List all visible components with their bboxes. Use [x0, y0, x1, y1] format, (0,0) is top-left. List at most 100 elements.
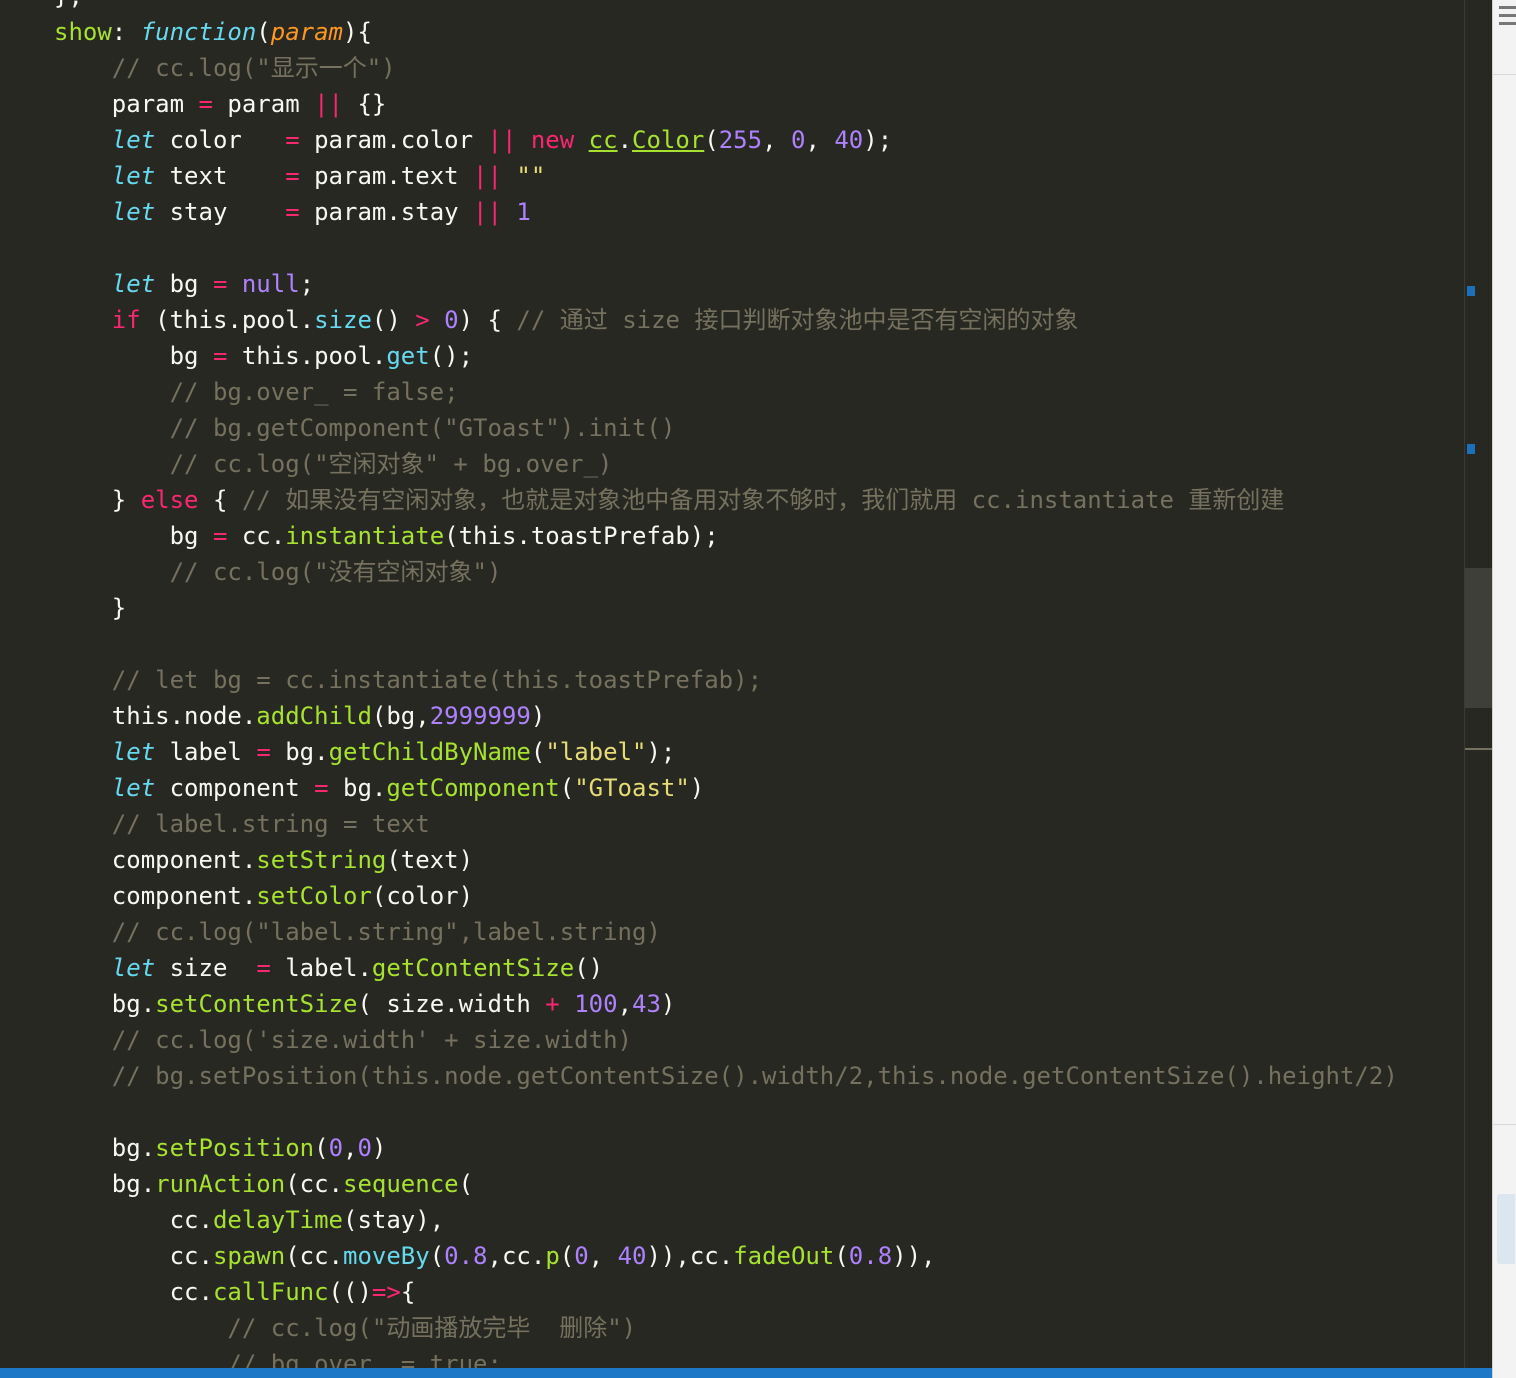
- code-token: ((): [328, 1278, 372, 1306]
- code-line[interactable]: // let bg = cc.instantiate(this.toastPre…: [54, 662, 762, 698]
- code-line[interactable]: let stay = param.stay || 1: [54, 194, 531, 230]
- code-token: // label.string = text: [54, 810, 430, 838]
- code-token: // bg.over_ = true;: [54, 1350, 502, 1368]
- code-token: text: [155, 162, 286, 190]
- code-token: =: [212, 270, 228, 298]
- code-line[interactable]: if (this.pool.size() > 0) { // 通过 size 接…: [54, 302, 1079, 338]
- code-token: // cc.log('size.width' + size.width): [54, 1026, 632, 1054]
- code-line[interactable]: // bg.over_ = true;: [54, 1346, 502, 1368]
- code-token: ||: [473, 162, 502, 190]
- code-token: ,: [343, 1134, 358, 1162]
- code-token: "": [516, 162, 546, 190]
- code-token: callFunc: [212, 1278, 329, 1306]
- code-line[interactable]: cc.spawn(cc.moveBy(0.8,cc.p(0, 40)),cc.f…: [54, 1238, 936, 1274]
- code-line[interactable]: cc.callFunc(()=>{: [54, 1274, 416, 1310]
- side-panel-divider: [1493, 1124, 1516, 1125]
- code-token: setString: [256, 846, 387, 874]
- code-token: show: [54, 18, 112, 46]
- code-token: // bg.setPosition(this.node.getContentSi…: [54, 1062, 1398, 1090]
- code-line[interactable]: bg.setContentSize( size.width + 100,43): [54, 986, 676, 1022]
- code-line[interactable]: // cc.log('size.width' + size.width): [54, 1022, 632, 1058]
- code-token: 40: [834, 126, 864, 154]
- code-token: (: [559, 1242, 575, 1270]
- scrollbar-marker: [1467, 444, 1475, 454]
- code-token: ): [689, 774, 705, 802]
- code-line[interactable]: bg.setPosition(0,0): [54, 1130, 387, 1166]
- code-token: bg.: [54, 1170, 156, 1198]
- code-token: cc.: [54, 1242, 213, 1270]
- code-line[interactable]: };: [54, 0, 83, 14]
- code-token: =: [212, 522, 228, 550]
- code-line[interactable]: cc.delayTime(stay),: [54, 1202, 445, 1238]
- scrollbar-thumb[interactable]: [1465, 568, 1493, 708]
- code-token: instantiate: [285, 522, 445, 550]
- code-line[interactable]: // cc.log("label.string",label.string): [54, 914, 661, 950]
- code-token: param: [212, 90, 315, 118]
- code-token: =: [256, 738, 271, 766]
- code-line[interactable]: show: function(param){: [54, 14, 372, 50]
- code-line[interactable]: // label.string = text: [54, 806, 430, 842]
- code-line[interactable]: }: [54, 590, 126, 626]
- code-token: =: [285, 198, 300, 226]
- code-token: color: [155, 126, 286, 154]
- code-token: };: [54, 0, 83, 10]
- code-line[interactable]: // cc.log("空闲对象" + bg.over_): [54, 446, 613, 482]
- code-line[interactable]: bg = cc.instantiate(this.toastPrefab);: [54, 518, 719, 554]
- code-line[interactable]: param = param || {}: [54, 86, 387, 122]
- code-line[interactable]: component.setColor(color): [54, 878, 473, 914]
- code-token: );: [646, 738, 676, 766]
- code-line[interactable]: // cc.log("显示一个"): [54, 50, 396, 86]
- code-line[interactable]: this.node.addChild(bg,2999999): [54, 698, 546, 734]
- code-token: param.color: [299, 126, 488, 154]
- code-line[interactable]: // cc.log("没有空闲对象"): [54, 554, 502, 590]
- code-line[interactable]: // cc.log("动画播放完毕 删除"): [54, 1310, 636, 1346]
- code-line[interactable]: let label = bg.getChildByName("label");: [54, 734, 676, 770]
- code-token: 255: [718, 126, 763, 154]
- code-line[interactable]: let size = label.getContentSize(): [54, 950, 603, 986]
- code-line[interactable]: let bg = null;: [54, 266, 314, 302]
- code-token: (color): [371, 882, 474, 910]
- code-token: bg: [54, 342, 213, 370]
- code-token: moveBy: [343, 1242, 430, 1270]
- code-token: else: [140, 486, 199, 514]
- code-token: bg.: [54, 1134, 156, 1162]
- code-line[interactable]: let color = param.color || new cc.Color(…: [54, 122, 892, 158]
- code-token: delayTime: [212, 1206, 343, 1234]
- code-token: )),: [892, 1242, 936, 1270]
- code-token: ,: [762, 126, 791, 154]
- code-line[interactable]: bg = this.pool.get();: [54, 338, 473, 374]
- code-token: getChildByName: [328, 738, 531, 766]
- code-line[interactable]: // bg.over_ = false;: [54, 374, 459, 410]
- code-token: (: [704, 126, 719, 154]
- code-line[interactable]: bg.runAction(cc.sequence(: [54, 1166, 473, 1202]
- code-token: getComponent: [386, 774, 560, 802]
- code-token: 0: [444, 306, 459, 334]
- code-token: component: [155, 774, 315, 802]
- code-line[interactable]: // bg.getComponent("GToast").init(): [54, 410, 676, 446]
- code-token: (: [559, 774, 575, 802]
- vertical-scrollbar[interactable]: [1464, 0, 1493, 1368]
- code-token: function: [140, 18, 257, 46]
- code-token: }: [54, 594, 127, 622]
- code-token: label: [155, 738, 257, 766]
- side-panel-divider: [1493, 74, 1516, 75]
- hamburger-menu-icon[interactable]: [1499, 6, 1516, 26]
- code-line[interactable]: let text = param.text || "": [54, 158, 546, 194]
- code-token: "label": [545, 738, 647, 766]
- code-line[interactable]: let component = bg.getComponent("GToast"…: [54, 770, 704, 806]
- code-editor[interactable]: }; show: function(param){ // cc.log("显示一个…: [0, 0, 1464, 1368]
- code-token: ,: [617, 990, 633, 1018]
- code-token: bg.: [54, 990, 156, 1018]
- code-token: bg: [155, 270, 213, 298]
- code-token: ): [371, 1134, 387, 1162]
- code-line[interactable]: component.setString(text): [54, 842, 473, 878]
- code-token: =>: [371, 1278, 401, 1306]
- code-token: ||: [487, 126, 517, 154]
- code-token: fadeOut: [733, 1242, 835, 1270]
- code-token: (cc.: [285, 1242, 343, 1270]
- code-token: (this.pool.: [140, 306, 315, 334]
- code-line[interactable]: } else { // 如果没有空闲对象，也就是对象池中备用对象不够时，我们就用…: [54, 482, 1285, 518]
- side-panel-tab[interactable]: [1497, 1194, 1515, 1264]
- code-line[interactable]: // bg.setPosition(this.node.getContentSi…: [54, 1058, 1398, 1094]
- code-token: cc: [588, 126, 618, 154]
